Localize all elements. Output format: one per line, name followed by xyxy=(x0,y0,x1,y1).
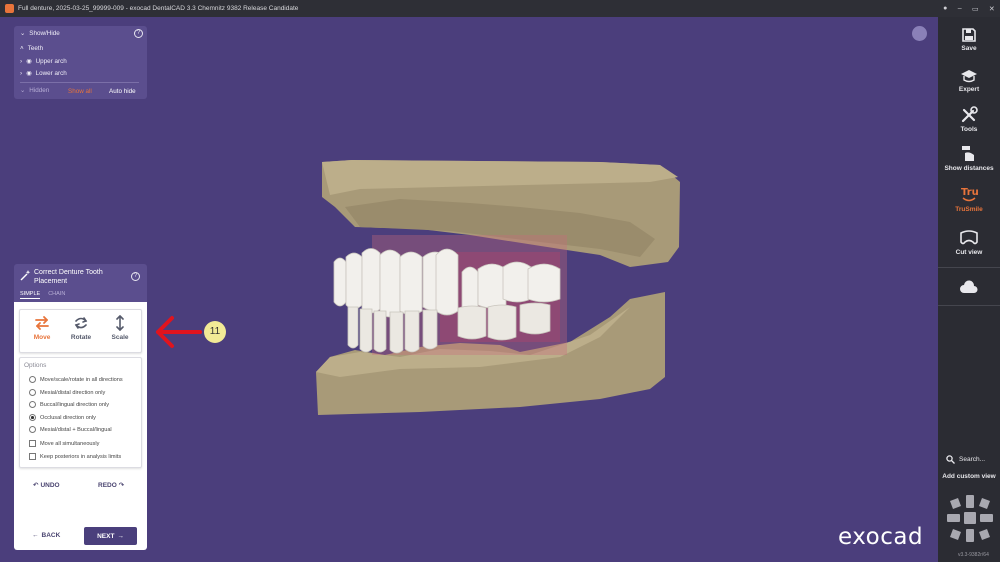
view-navigation-cube[interactable] xyxy=(945,493,995,545)
window-controls: ● – ▭ ✕ xyxy=(938,0,1000,17)
magic-wand-icon xyxy=(20,270,31,281)
undo-icon: ↶ xyxy=(33,482,39,489)
upper-arch-row[interactable]: › ◉ Upper arch xyxy=(20,58,67,65)
save-button[interactable]: Save xyxy=(938,27,1000,52)
help-icon[interactable]: ? xyxy=(131,272,140,281)
options-title: Options xyxy=(24,362,47,369)
expert-button[interactable]: Expert xyxy=(938,68,1000,93)
hidden-label: Hidden xyxy=(29,87,50,94)
rotate-icon xyxy=(74,317,88,329)
svg-text:Tru: Tru xyxy=(961,187,979,198)
right-toolbar: ● – ▭ ✕ Save Expert Tools Show distances… xyxy=(938,5,1000,562)
cloud-button[interactable] xyxy=(938,279,1000,297)
search-button[interactable]: Search... xyxy=(946,455,985,464)
window-title: Full denture, 2025-03-25_99999-009 - exo… xyxy=(18,5,299,12)
teeth-label: Teeth xyxy=(27,45,44,52)
option-occlusal[interactable]: Occlusal direction only xyxy=(29,414,96,421)
chevron-down-icon[interactable]: ⌄ xyxy=(20,30,25,37)
radio-button[interactable] xyxy=(29,401,36,408)
chevron-up-icon: ˄ xyxy=(20,45,24,52)
notification-icon[interactable] xyxy=(912,26,927,41)
tooth-placement-header: Correct Denture Tooth Placement ? SIMPLE… xyxy=(14,264,147,302)
move-button[interactable]: Move xyxy=(24,315,60,341)
eye-icon[interactable]: ◉ xyxy=(26,70,32,77)
version-label: v3.3-9382r/64 xyxy=(958,552,989,558)
tooth-placement-panel: Move Rotate Scale Options Move/scale/rot… xyxy=(14,302,147,550)
checkbox[interactable] xyxy=(29,453,36,460)
arrow-left-icon: ← xyxy=(32,532,39,539)
divider xyxy=(938,305,1000,306)
chevron-down-icon: ⌄ xyxy=(20,87,26,94)
divider xyxy=(938,267,1000,268)
eye-icon[interactable]: ◉ xyxy=(26,58,32,65)
option-all-directions[interactable]: Move/scale/rotate in all directions xyxy=(29,376,123,383)
chevron-right-icon: › xyxy=(20,70,23,77)
close-button[interactable]: ✕ xyxy=(989,5,995,13)
option-mesial-distal-buccal-lingual[interactable]: Mesial/distal + Buccal/lingual xyxy=(29,426,112,433)
option-move-all[interactable]: Move all simultaneously xyxy=(29,440,99,447)
scale-button[interactable]: Scale xyxy=(102,315,138,341)
options-group: Options Move/scale/rotate in all directi… xyxy=(19,357,142,468)
upper-arch-label: Upper arch xyxy=(35,58,67,65)
graduation-cap-icon xyxy=(961,70,977,83)
lower-arch-label: Lower arch xyxy=(35,70,67,77)
option-buccal-lingual[interactable]: Buccal/lingual direction only xyxy=(29,401,109,408)
scale-icon xyxy=(116,315,124,331)
show-hide-panel: ⌄ Show/Hide ? ˄ Teeth › ◉ Upper arch › ◉… xyxy=(14,26,147,99)
next-button[interactable]: NEXT → xyxy=(84,527,137,545)
tools-button[interactable]: Tools xyxy=(938,106,1000,133)
radio-button[interactable] xyxy=(29,376,36,383)
distances-icon xyxy=(962,146,974,161)
radio-button[interactable] xyxy=(29,389,36,396)
lower-arch-row[interactable]: › ◉ Lower arch xyxy=(20,70,67,77)
title-bar: Full denture, 2025-03-25_99999-009 - exo… xyxy=(0,0,1000,17)
option-mesial-distal[interactable]: Mesial/distal direction only xyxy=(29,389,105,396)
user-icon[interactable]: ● xyxy=(943,5,947,12)
radio-button-selected[interactable] xyxy=(29,414,36,421)
chevron-right-icon: › xyxy=(20,58,23,65)
step-number-badge: 11 xyxy=(204,321,226,343)
arrow-right-icon: → xyxy=(117,532,124,540)
radio-button[interactable] xyxy=(29,426,36,433)
save-icon xyxy=(962,28,976,42)
trusmile-button[interactable]: Tru TruSmile xyxy=(938,184,1000,213)
tooth-placement-title: Correct Denture Tooth Placement xyxy=(34,269,103,285)
minimize-button[interactable]: – xyxy=(958,5,962,12)
redo-icon: ↷ xyxy=(118,482,125,489)
hidden-row[interactable]: ⌄ Hidden xyxy=(20,87,49,94)
move-icon xyxy=(35,316,49,330)
rotate-button[interactable]: Rotate xyxy=(63,315,99,341)
app-icon xyxy=(5,4,14,13)
add-custom-view-button[interactable]: Add custom view xyxy=(938,473,1000,480)
teeth-row[interactable]: ˄ Teeth xyxy=(20,45,43,52)
checkbox[interactable] xyxy=(29,440,36,447)
option-keep-posteriors[interactable]: Keep posteriors in analysis limits xyxy=(29,453,121,460)
back-button[interactable]: ← BACK xyxy=(32,532,60,539)
exocad-logo: exocad xyxy=(838,524,924,550)
auto-hide-button[interactable]: Auto hide xyxy=(109,88,136,95)
tools-icon xyxy=(961,106,978,123)
cloud-icon xyxy=(960,280,978,293)
annotation-arrow xyxy=(156,316,202,348)
undo-button[interactable]: ↶ UNDO xyxy=(33,481,60,490)
redo-button[interactable]: REDO ↷ xyxy=(98,481,125,490)
tab-simple[interactable]: SIMPLE xyxy=(20,291,41,299)
divider xyxy=(20,82,139,83)
tab-chain[interactable]: CHAIN xyxy=(48,291,65,299)
search-icon xyxy=(946,455,955,464)
help-icon[interactable]: ? xyxy=(134,29,143,38)
show-hide-title: Show/Hide xyxy=(29,30,60,37)
cut-view-button[interactable]: Cut view xyxy=(938,229,1000,256)
maximize-button[interactable]: ▭ xyxy=(972,5,979,13)
trusmile-icon: Tru xyxy=(961,187,979,202)
mode-selector: Move Rotate Scale xyxy=(19,309,142,353)
show-distances-button[interactable]: Show distances xyxy=(938,143,1000,172)
show-all-button[interactable]: Show all xyxy=(68,88,92,95)
cut-view-icon xyxy=(960,230,978,245)
